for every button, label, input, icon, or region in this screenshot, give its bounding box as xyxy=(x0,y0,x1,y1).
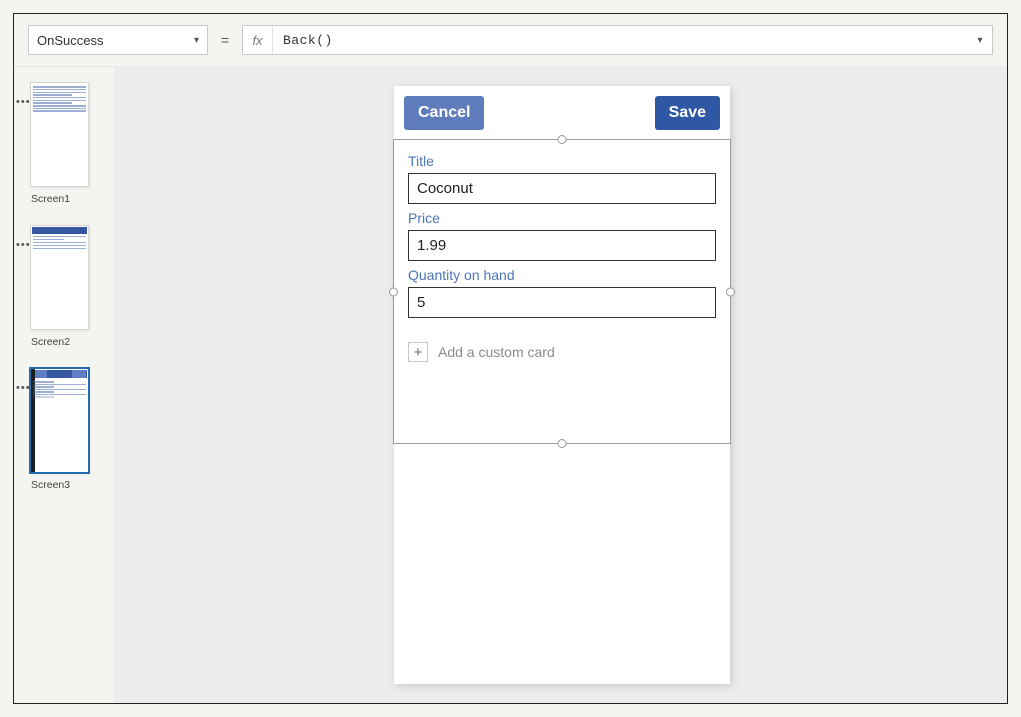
screen-thumbnail-selected[interactable] xyxy=(30,368,89,473)
equals-sign: = xyxy=(216,25,234,55)
thumbnail-slot: ••• Screen3 xyxy=(14,352,114,495)
edit-form[interactable]: Title Price Quantity on hand + Add a cus… xyxy=(394,139,730,362)
screen-thumbnails-rail: ••• Screen1 ••• Screen2 ••• xyxy=(14,66,114,703)
title-field[interactable] xyxy=(408,173,716,204)
quantity-field[interactable] xyxy=(408,287,716,318)
more-icon[interactable]: ••• xyxy=(16,96,31,108)
price-field[interactable] xyxy=(408,230,716,261)
selection-handle[interactable] xyxy=(558,439,567,448)
fx-icon: fx xyxy=(243,26,273,54)
add-custom-card-label: Add a custom card xyxy=(438,344,555,360)
more-icon[interactable]: ••• xyxy=(16,239,31,251)
chevron-down-icon: ▾ xyxy=(194,35,199,46)
thumbnail-slot: ••• Screen2 xyxy=(14,209,114,352)
thumbnail-label: Screen2 xyxy=(31,336,106,348)
screen-thumbnail[interactable] xyxy=(30,82,89,187)
thumbnail-slot: ••• Screen1 xyxy=(14,66,114,209)
app-preview: Cancel Save Title Price Quantity on hand… xyxy=(394,86,730,684)
field-label-quantity: Quantity on hand xyxy=(408,267,716,283)
thumbnail-label: Screen3 xyxy=(31,479,106,491)
property-selector[interactable]: OnSuccess ▾ xyxy=(28,25,208,55)
thumbnail-label: Screen1 xyxy=(31,193,106,205)
more-icon[interactable]: ••• xyxy=(16,382,31,394)
property-selector-value: OnSuccess xyxy=(37,33,103,48)
plus-icon[interactable]: + xyxy=(408,342,428,362)
design-canvas[interactable]: Cancel Save Title Price Quantity on hand… xyxy=(114,66,1007,703)
save-button[interactable]: Save xyxy=(655,96,720,130)
add-custom-card-row[interactable]: + Add a custom card xyxy=(408,342,716,362)
formula-input-container: fx Back() ▾ xyxy=(242,25,993,55)
formula-input[interactable]: Back() xyxy=(273,33,968,48)
screen-thumbnail[interactable] xyxy=(30,225,89,330)
app-header: Cancel Save xyxy=(394,86,730,139)
formula-expand-chevron-icon[interactable]: ▾ xyxy=(968,35,992,46)
field-label-title: Title xyxy=(408,153,716,169)
field-label-price: Price xyxy=(408,210,716,226)
formula-bar: OnSuccess ▾ = fx Back() ▾ xyxy=(28,25,993,55)
cancel-button[interactable]: Cancel xyxy=(404,96,484,130)
